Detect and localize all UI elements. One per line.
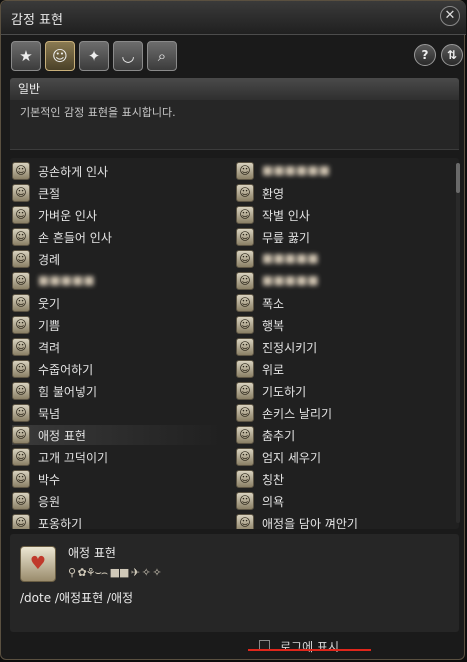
emote-icon: ☺ xyxy=(12,448,30,466)
emote-icon: ☺ xyxy=(12,294,30,312)
emote-label: 기쁨 xyxy=(38,319,61,333)
emote-label: 무릎 꿇기 xyxy=(262,231,310,245)
star-icon[interactable]: ★ xyxy=(11,41,41,71)
emote-list: ☺ 공손하게 인사 ☺ 큰절 ☺ 가벼운 인사 ☺ 손 흔들어 인사 ☺ 경례 ☺ ■■■■■ ☺ 웃기 ☺… xyxy=(10,158,459,529)
emote-label: 애정 표현 xyxy=(38,429,86,443)
emote-label: 춤추기 xyxy=(262,429,296,443)
emote-label: 가벼운 인사 xyxy=(38,209,98,223)
emote-icon: ☺ xyxy=(236,250,254,268)
emote-icon: ☺ xyxy=(236,206,254,224)
sort-button[interactable]: ⇅ xyxy=(441,44,463,66)
emote-label: 포옹하기 xyxy=(38,517,83,529)
magnifier-icon[interactable]: ⌕ xyxy=(147,41,177,71)
emote-icon: ☺ xyxy=(236,514,254,529)
emote-icon: ☺ xyxy=(12,184,30,202)
detail-preview-text: ⚲ ✿⚘⌣⌢ ■■ ✈ ✧ ✧ xyxy=(68,566,162,579)
emote-label: 고개 끄덕이기 xyxy=(38,451,109,465)
emote-icon: ☺ xyxy=(12,382,30,400)
emote-icon: ☺ xyxy=(236,448,254,466)
window-title: 감정 표현 xyxy=(11,13,63,28)
emote-label: ■■■■■■ xyxy=(262,163,331,177)
emote-icon: ☺ xyxy=(236,316,254,334)
emote-icon: ☺ xyxy=(236,294,254,312)
emote-icon: ☺ xyxy=(12,426,30,444)
emote-icon: ☺ xyxy=(12,250,30,268)
close-icon[interactable]: ✕ xyxy=(440,6,460,26)
emote-label: 애정을 담아 껴안기 xyxy=(262,517,358,529)
emote-label: 위로 xyxy=(262,363,285,377)
red-underline-mark xyxy=(248,649,371,651)
detail-emote-name: 애정 표현 xyxy=(68,546,116,560)
emote-label: 환영 xyxy=(262,187,285,201)
emote-label: 수줍어하기 xyxy=(38,363,94,377)
title-bar[interactable]: 감정 표현 ✕ xyxy=(1,1,466,35)
emote-label: 웃기 xyxy=(38,297,61,311)
dancer-icon[interactable]: ✦ xyxy=(79,41,109,71)
emote-label: 엄지 세우기 xyxy=(262,451,322,465)
emote-label: 의욕 xyxy=(262,495,285,509)
emote-label: 큰절 xyxy=(38,187,61,201)
emote-label: 박수 xyxy=(38,473,61,487)
emote-icon: ☺ xyxy=(12,162,30,180)
emote-label: ■■■■■ xyxy=(262,273,319,287)
emote-icon: ☺ xyxy=(12,272,30,290)
emote-icon: ☺ xyxy=(236,228,254,246)
emote-icon: ☺ xyxy=(236,360,254,378)
emote-icon: ☺ xyxy=(12,228,30,246)
smiley-icon[interactable]: ◡ xyxy=(113,41,143,71)
emote-icon: ☺ xyxy=(236,492,254,510)
emote-icon: ☺ xyxy=(12,514,30,529)
emote-label: 작별 인사 xyxy=(262,209,310,223)
emote-label: 경례 xyxy=(38,253,61,267)
emote-icon: ☺ xyxy=(236,404,254,422)
emote-label: ■■■■■ xyxy=(38,273,95,287)
person-bow-icon[interactable]: ☺ xyxy=(45,41,75,71)
emote-icon: ☺ xyxy=(12,206,30,224)
emote-icon: ☺ xyxy=(236,338,254,356)
emote-detail-panel: ♥ 애정 표현 ⚲ ✿⚘⌣⌢ ■■ ✈ ✧ ✧ /dote /애정표현 /애정 xyxy=(10,534,459,632)
emote-icon: ☺ xyxy=(236,382,254,400)
emote-label: 묵념 xyxy=(38,407,61,421)
emote-label: 진정시키기 xyxy=(262,341,318,355)
emote-label: 칭찬 xyxy=(262,473,285,487)
emote-icon: ☺ xyxy=(12,316,30,334)
emote-icon: ☺ xyxy=(236,426,254,444)
list-scrollbar[interactable] xyxy=(456,163,460,523)
emote-icon: ☺ xyxy=(12,338,30,356)
detail-commands: /dote /애정표현 /애정 xyxy=(20,591,134,605)
emote-icon: ☺ xyxy=(12,492,30,510)
emote-item[interactable]: ☺ 애정 표현 xyxy=(12,425,222,445)
emote-label: 기도하기 xyxy=(262,385,307,399)
emote-icon: ☺ xyxy=(236,184,254,202)
heart-pose-icon: ♥ xyxy=(20,546,56,582)
emote-label: ■■■■■ xyxy=(262,251,319,265)
help-button[interactable]: ? xyxy=(414,44,436,66)
emote-label: 손 흔들어 인사 xyxy=(38,231,112,245)
emote-label: 폭소 xyxy=(262,297,285,311)
emote-icon: ☺ xyxy=(236,162,254,180)
emote-icon: ☺ xyxy=(12,470,30,488)
emote-label: 손키스 날리기 xyxy=(262,407,333,421)
emote-label: 격려 xyxy=(38,341,61,355)
section-description: 기본적인 감정 표현을 표시합니다. xyxy=(10,100,459,150)
emote-icon: ☺ xyxy=(236,272,254,290)
emote-icon: ☺ xyxy=(236,470,254,488)
log-label: 로그에 표시 xyxy=(280,640,340,654)
emote-icon: ☺ xyxy=(12,360,30,378)
scrollbar-thumb[interactable] xyxy=(456,163,460,193)
emote-label: 응원 xyxy=(38,495,61,509)
section-title: 일반 xyxy=(10,78,459,100)
emote-label: 행복 xyxy=(262,319,285,333)
emote-label: 힘 불어넣기 xyxy=(38,385,98,399)
emote-label: 공손하게 인사 xyxy=(38,165,109,179)
emote-icon: ☺ xyxy=(12,404,30,422)
emote-window: 감정 표현 ✕ ★ ☺ ✦ ◡ ⌕ ? ⇅ 일반 기본적인 감정 표현을 표시합니다. … xyxy=(0,0,466,660)
